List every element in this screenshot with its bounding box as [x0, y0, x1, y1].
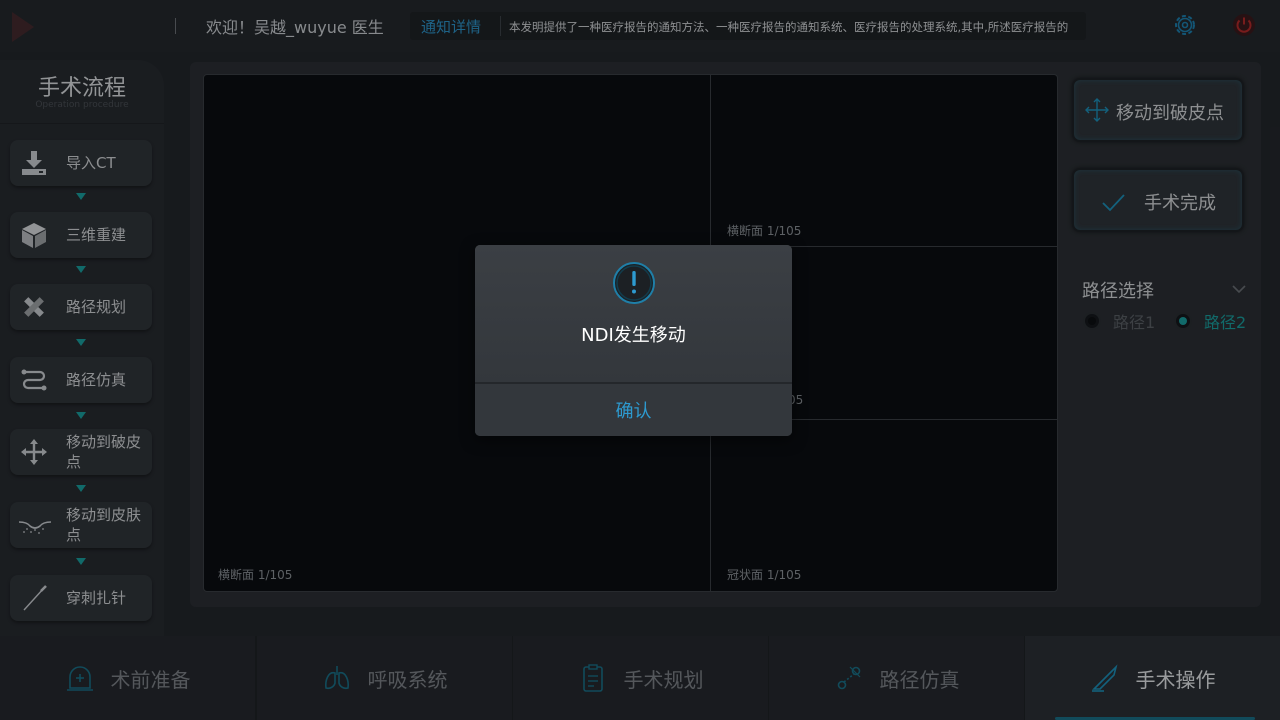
- alert-dialog: NDI发生移动 确认: [475, 245, 792, 436]
- warning-icon: [613, 262, 655, 304]
- dialog-message: NDI发生移动: [581, 325, 686, 346]
- confirm-button[interactable]: 确认: [475, 384, 792, 436]
